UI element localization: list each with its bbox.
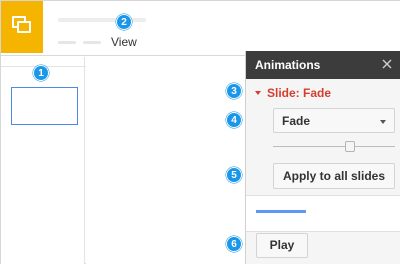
slide-canvas[interactable] xyxy=(86,57,246,264)
menu-item-placeholder xyxy=(58,41,76,44)
play-button[interactable]: Play xyxy=(256,233,308,258)
document-title-placeholder xyxy=(58,18,146,22)
transition-type-value: Fade xyxy=(282,114,311,128)
callout-badge-2: 2 xyxy=(116,14,132,30)
animations-panel: Animations Slide: Fade Fade Apply to all… xyxy=(245,51,400,264)
animations-panel-header: Animations xyxy=(246,51,400,79)
animation-preview-area xyxy=(246,196,400,231)
slide-transition-toggle[interactable]: Slide: Fade xyxy=(255,86,331,100)
close-icon[interactable] xyxy=(380,57,394,71)
preview-progress-track xyxy=(256,210,306,213)
caret-down-icon xyxy=(255,91,261,95)
transition-type-dropdown[interactable]: Fade xyxy=(273,108,395,133)
callout-badge-1: 1 xyxy=(33,65,49,81)
app-window: View Animations Slide: Fade Fade Apply t… xyxy=(0,0,400,264)
dropdown-arrow-icon xyxy=(380,120,386,124)
app-header: View xyxy=(1,1,400,56)
apply-to-all-slides-button[interactable]: Apply to all slides xyxy=(273,163,395,189)
transition-speed-slider[interactable] xyxy=(273,140,395,154)
panel-title: Animations xyxy=(255,58,321,72)
slides-logo-icon xyxy=(12,16,32,36)
panel-divider xyxy=(246,231,400,232)
callout-badge-6: 6 xyxy=(226,236,242,252)
slider-handle[interactable] xyxy=(345,141,355,152)
slider-track xyxy=(273,146,395,147)
callout-badge-3: 3 xyxy=(226,83,242,99)
menu-item-placeholder xyxy=(83,41,101,44)
slides-logo[interactable] xyxy=(1,1,43,53)
callout-badge-5: 5 xyxy=(226,167,242,183)
slide-transition-label: Slide: Fade xyxy=(267,86,332,100)
menu-view[interactable]: View xyxy=(111,35,137,49)
slide-thumbnail-selected[interactable] xyxy=(11,87,78,125)
preview-progress-bar xyxy=(256,210,306,213)
callout-badge-4: 4 xyxy=(226,112,242,128)
